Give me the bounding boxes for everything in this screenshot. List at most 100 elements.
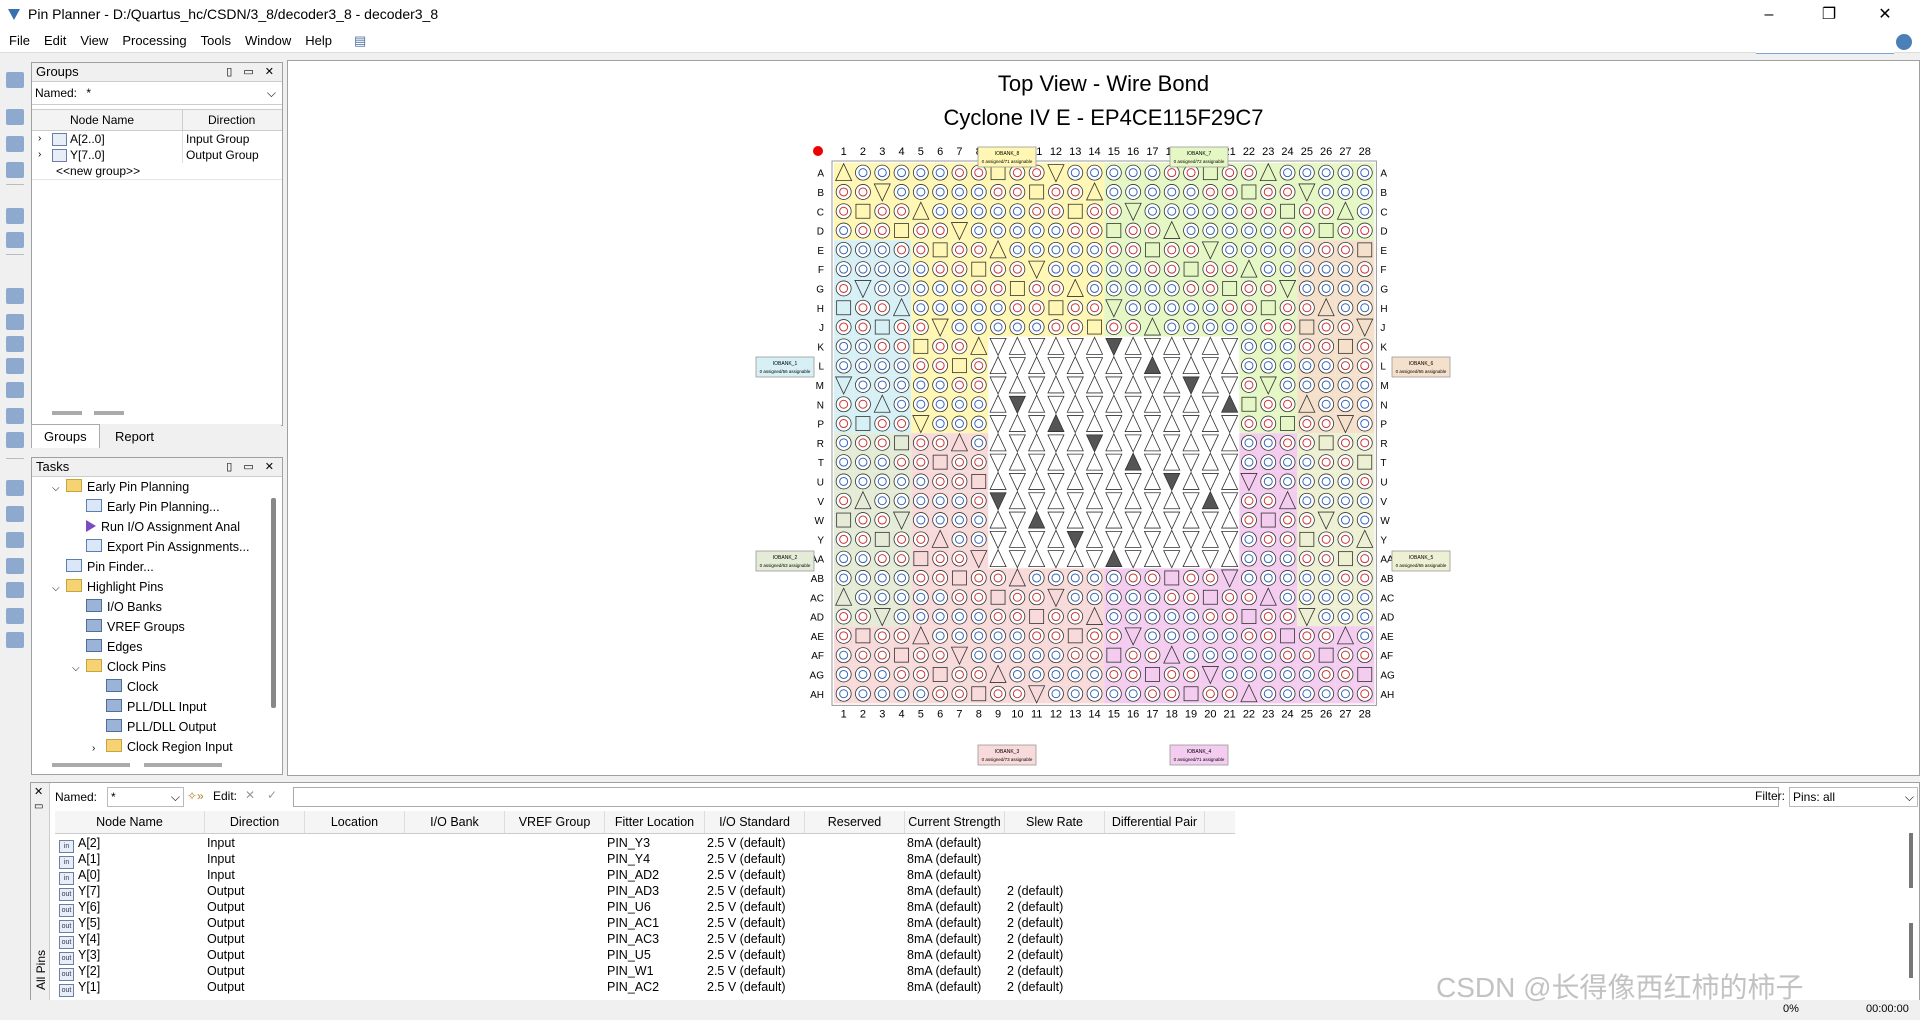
pin-io[interactable]: [874, 647, 891, 664]
pin-cell-bg[interactable]: [1007, 471, 1027, 492]
pin-io[interactable]: [912, 222, 929, 239]
named-filter-select[interactable]: * ⌵: [107, 787, 184, 807]
pin-io[interactable]: [1298, 434, 1315, 451]
tool-icon-14[interactable]: [6, 432, 24, 448]
row-label[interactable]: L: [818, 362, 824, 373]
pin-io[interactable]: [1356, 647, 1373, 664]
pin-cell-bg[interactable]: [949, 220, 970, 241]
chevron-down-icon[interactable]: ⌵: [52, 579, 66, 599]
pin-io[interactable]: [1356, 492, 1373, 509]
pin-io[interactable]: [1318, 589, 1335, 606]
column-label[interactable]: 24: [1281, 708, 1293, 720]
pin-io[interactable]: [855, 261, 871, 278]
pin-cell-bg[interactable]: [1162, 645, 1182, 665]
pin-io[interactable]: [932, 184, 949, 200]
pin-io[interactable]: [1048, 261, 1064, 278]
pin-io[interactable]: [874, 666, 891, 683]
pin-io[interactable]: [874, 241, 891, 258]
pin-cell-bg[interactable]: [1084, 510, 1105, 530]
pin-cell-bg[interactable]: [1142, 317, 1163, 337]
pin-io[interactable]: [855, 512, 871, 528]
col-differential-pair[interactable]: Differential Pair: [1105, 811, 1205, 833]
pin-io[interactable]: [970, 357, 987, 374]
pin-cell-bg[interactable]: [1181, 336, 1201, 356]
pin-io[interactable]: [893, 454, 910, 471]
pin-io[interactable]: [874, 280, 891, 297]
pin-io[interactable]: [893, 241, 910, 258]
pin-io[interactable]: [1298, 550, 1315, 567]
pin-io[interactable]: [1028, 299, 1045, 316]
pin-io[interactable]: [835, 570, 852, 586]
pin-io[interactable]: [1298, 492, 1315, 509]
pin-io[interactable]: [1241, 377, 1257, 393]
row-label[interactable]: R: [817, 439, 824, 450]
pin-cell-bg[interactable]: [1084, 529, 1105, 549]
tool-icon-8[interactable]: [6, 288, 24, 304]
tool-icon-22[interactable]: [6, 632, 24, 648]
column-label[interactable]: 16: [1127, 146, 1139, 158]
pin-io[interactable]: [1086, 203, 1103, 220]
pin-io[interactable]: [1221, 203, 1238, 220]
pin-io[interactable]: [1067, 299, 1084, 316]
pin-io[interactable]: [1105, 608, 1122, 625]
pin-io[interactable]: [1086, 666, 1103, 683]
pin-io[interactable]: [1086, 280, 1103, 297]
pin-cell-bg[interactable]: [1065, 491, 1085, 511]
pin-io[interactable]: [932, 164, 949, 181]
pin-io[interactable]: [1163, 608, 1180, 625]
tool-icon-12[interactable]: [6, 382, 24, 398]
cancel-edit-icon[interactable]: ✕: [245, 788, 255, 802]
pin-io[interactable]: [874, 357, 891, 374]
pin-cell-bg[interactable]: [1297, 606, 1317, 627]
pin-cell-bg[interactable]: [1181, 452, 1201, 472]
pin-io[interactable]: [1183, 280, 1199, 297]
pin-io[interactable]: [1298, 203, 1315, 220]
pin-cell-bg[interactable]: [1181, 549, 1201, 569]
pin-io[interactable]: [1241, 666, 1257, 683]
pin-io[interactable]: [1241, 299, 1257, 316]
pin-io[interactable]: [912, 299, 929, 316]
pin-io[interactable]: [1260, 434, 1277, 451]
pin-cell-bg[interactable]: [1065, 433, 1085, 453]
scrollbar-h-2[interactable]: [144, 763, 222, 767]
pin-io[interactable]: [990, 222, 1006, 239]
row-label[interactable]: E: [817, 246, 824, 257]
pin-io[interactable]: [893, 685, 910, 702]
pin-io[interactable]: [1298, 415, 1315, 432]
pin-io[interactable]: [1144, 280, 1161, 297]
pin-io[interactable]: [1279, 512, 1296, 528]
menu-view[interactable]: View: [73, 30, 115, 51]
tool-icon-9[interactable]: [6, 314, 24, 330]
io-bank-info[interactable]: 0 assigned/63 assignable: [760, 563, 811, 568]
column-label[interactable]: 2: [860, 708, 866, 720]
pin-io[interactable]: [1298, 241, 1315, 258]
pin-io[interactable]: [1337, 647, 1354, 664]
pin-io[interactable]: [874, 299, 891, 316]
pin-io[interactable]: [1144, 685, 1161, 702]
tool-icon-0[interactable]: [6, 72, 24, 88]
pin-io[interactable]: [893, 164, 910, 181]
pin-cell-bg[interactable]: [872, 394, 892, 414]
pin-io[interactable]: [1163, 319, 1180, 335]
column-label[interactable]: 2: [860, 146, 866, 158]
pin-io[interactable]: [1318, 203, 1335, 220]
io-bank-name[interactable]: IOBANK_1: [773, 361, 798, 367]
col-vref-group[interactable]: VREF Group: [505, 811, 605, 833]
row-label[interactable]: P: [1380, 420, 1387, 431]
pin-io[interactable]: [970, 454, 987, 471]
pin-cell-bg[interactable]: [930, 529, 950, 549]
pin-cell-bg[interactable]: [1027, 549, 1047, 569]
pin-io[interactable]: [855, 473, 871, 490]
pin-io[interactable]: [1009, 685, 1026, 702]
pin-io[interactable]: [1048, 280, 1064, 297]
pin-io[interactable]: [1105, 685, 1122, 702]
pin-io[interactable]: [1279, 396, 1296, 413]
pin-io[interactable]: [990, 261, 1006, 278]
pin-io[interactable]: [893, 377, 910, 393]
pin-io[interactable]: [1163, 184, 1180, 200]
pin-cell-bg[interactable]: [1027, 529, 1047, 549]
tool-icon-4[interactable]: [6, 184, 24, 185]
column-label[interactable]: 26: [1320, 708, 1332, 720]
pin-cell-bg[interactable]: [1046, 452, 1066, 472]
pin-cell-bg[interactable]: [988, 664, 1008, 685]
